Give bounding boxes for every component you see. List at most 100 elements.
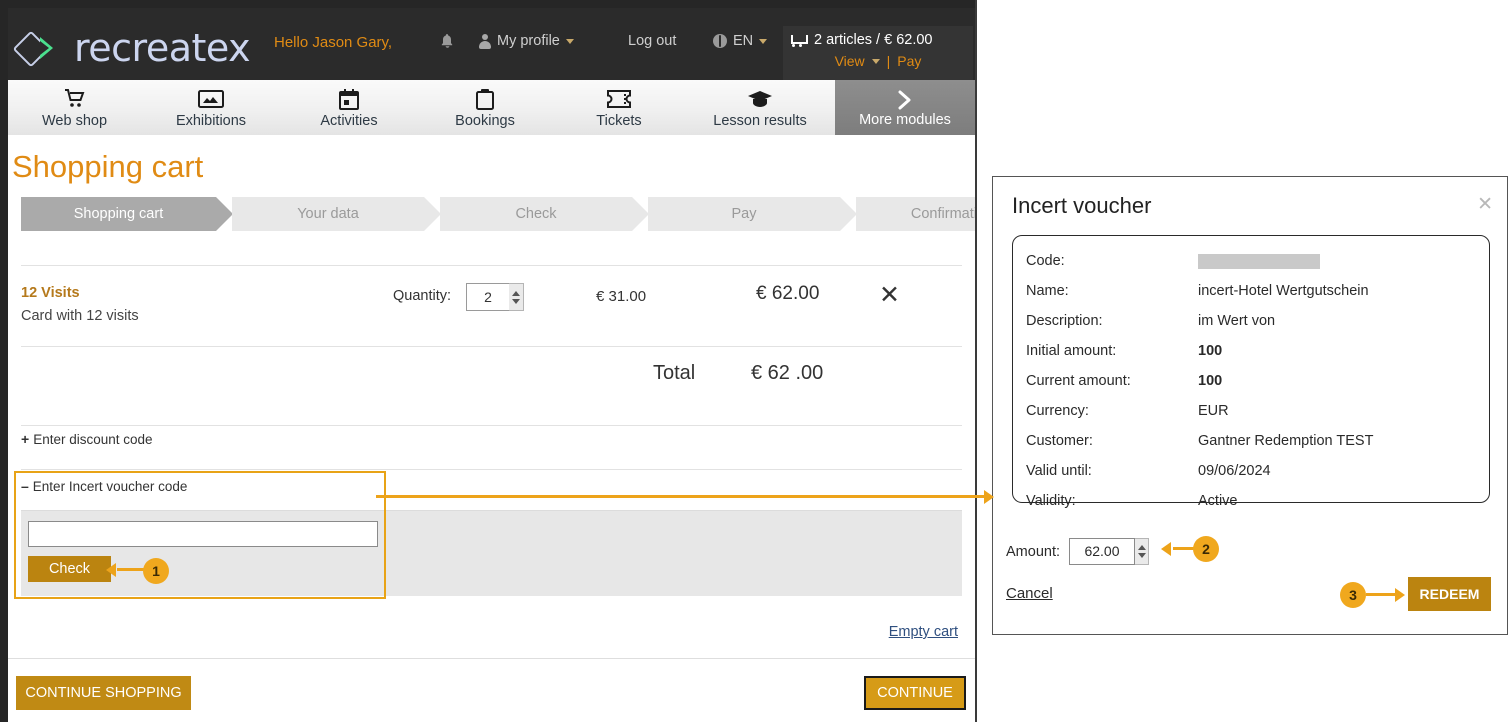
table-row: Validity: Active <box>1013 486 1489 516</box>
greeting-text: Hello Jason Gary, <box>274 34 392 51</box>
table-row: Currency: EUR <box>1013 396 1489 426</box>
redeem-button[interactable]: REDEEM <box>1408 577 1491 611</box>
amount-stepper[interactable] <box>1135 538 1149 565</box>
detail-value: 100 <box>1198 373 1489 389</box>
detail-value: Active <box>1198 493 1489 509</box>
nav-label: Exhibitions <box>176 113 246 129</box>
cancel-link[interactable]: Cancel <box>1006 585 1053 602</box>
quantity-input[interactable]: 2 <box>466 283 510 311</box>
chevron-right-icon <box>897 88 913 112</box>
window-left-edge <box>0 0 8 722</box>
globe-icon <box>713 34 727 48</box>
cart-item-name[interactable]: 12 Visits <box>21 285 80 301</box>
detail-key: Name: <box>1026 283 1198 299</box>
step-your-data[interactable]: Your data <box>232 197 424 231</box>
my-profile-menu[interactable]: My profile <box>478 33 574 49</box>
stepper-up-icon[interactable] <box>1138 545 1146 550</box>
callout-1-arrow <box>106 563 116 577</box>
cart-item-description: Card with 12 visits <box>21 308 139 324</box>
detail-key: Validity: <box>1026 493 1198 509</box>
minus-icon: – <box>21 478 29 494</box>
quantity-label: Quantity: <box>393 288 451 304</box>
cart-item-unit-price: € 31.00 <box>596 288 646 305</box>
nav-item-activities[interactable]: Activities <box>281 80 417 135</box>
nav-item-web-shop[interactable]: Web shop <box>8 80 141 135</box>
cart-item-line-price: € 62.00 <box>756 283 819 305</box>
notification-bell-icon[interactable] <box>440 33 454 49</box>
checkout-steps: Shopping cart Your data Check Pay Confir… <box>21 197 977 231</box>
empty-cart-link[interactable]: Empty cart <box>889 624 958 640</box>
amount-input[interactable]: 62.00 <box>1069 538 1135 565</box>
continue-shopping-button[interactable]: CONTINUE SHOPPING <box>16 676 191 710</box>
nav-label: Lesson results <box>713 113 807 129</box>
detail-key: Valid until: <box>1026 463 1198 479</box>
nav-item-tickets[interactable]: Tickets <box>553 80 685 135</box>
check-voucher-button[interactable]: Check <box>28 556 111 582</box>
language-label: EN <box>733 33 753 49</box>
table-row: Initial amount: 100 <box>1013 336 1489 366</box>
table-row: Customer: Gantner Redemption TEST <box>1013 426 1489 456</box>
divider <box>8 658 975 659</box>
ticket-icon <box>607 87 631 111</box>
chevron-inner-icon <box>40 41 49 55</box>
cart-summary-box[interactable]: 2 articles / € 62.00 View | Pay <box>783 26 973 80</box>
discount-code-toggle[interactable]: + Enter discount code <box>21 431 962 447</box>
detail-value: 09/06/2024 <box>1198 463 1489 479</box>
stepper-down-icon[interactable] <box>512 299 520 304</box>
divider <box>21 265 962 266</box>
nav-label: Tickets <box>596 113 641 129</box>
detail-value: Gantner Redemption TEST <box>1198 433 1489 449</box>
detail-value-redacted <box>1198 253 1489 269</box>
language-selector[interactable]: EN <box>713 33 767 49</box>
detail-key: Currency: <box>1026 403 1198 419</box>
cart-total-row: Total € 62 .00 <box>21 350 962 408</box>
continue-button[interactable]: CONTINUE <box>864 676 966 710</box>
divider <box>21 469 962 470</box>
image-icon <box>198 87 224 111</box>
voucher-code-label: Enter Incert voucher code <box>33 479 188 494</box>
step-label: Your data <box>297 206 359 222</box>
remove-item-icon[interactable]: ✕ <box>879 283 900 308</box>
voucher-code-input[interactable] <box>28 521 378 547</box>
voucher-details-table: Code: Name: incert-Hotel Wertgutschein D… <box>1012 235 1490 503</box>
cart-summary-line: 2 articles / € 62.00 <box>783 26 973 48</box>
nav-label: Activities <box>320 113 377 129</box>
step-shopping-cart[interactable]: Shopping cart <box>21 197 216 231</box>
plus-icon: + <box>21 431 29 447</box>
step-confirmation[interactable]: Confirmation <box>856 197 977 231</box>
webshop-screenshot: recreatex Hello Jason Gary, My profile L… <box>0 0 977 722</box>
nav-item-exhibitions[interactable]: Exhibitions <box>141 80 281 135</box>
cart-view-link[interactable]: View <box>835 53 865 69</box>
step-label: Shopping cart <box>74 206 163 222</box>
dialog-title: Incert voucher <box>1012 193 1151 219</box>
stepper-down-icon[interactable] <box>1138 553 1146 558</box>
close-icon[interactable]: ✕ <box>1477 195 1493 214</box>
cart-item-row: 12 Visits Card with 12 visits Quantity: … <box>21 275 962 345</box>
table-row: Name: incert-Hotel Wertgutschein <box>1013 276 1489 306</box>
nav-item-more-modules[interactable]: More modules <box>835 80 975 135</box>
logout-link[interactable]: Log out <box>628 33 676 49</box>
main-navigation: Web shop Exhibitions Activities Bookings… <box>8 80 975 135</box>
discount-code-section[interactable]: + Enter discount code <box>21 431 962 447</box>
voucher-code-toggle[interactable]: – Enter Incert voucher code <box>21 478 187 494</box>
chevron-down-icon <box>872 59 880 64</box>
callout-2-arrow <box>1161 542 1171 556</box>
step-pay[interactable]: Pay <box>648 197 840 231</box>
nav-item-bookings[interactable]: Bookings <box>417 80 553 135</box>
brand-logo[interactable]: recreatex <box>16 26 250 70</box>
detail-key: Current amount: <box>1026 373 1198 389</box>
step-label: Confirmation <box>911 206 977 222</box>
nav-item-lesson-results[interactable]: Lesson results <box>685 80 835 135</box>
stepper-up-icon[interactable] <box>512 291 520 296</box>
detail-value: incert-Hotel Wertgutschein <box>1198 283 1489 299</box>
cart-pay-link[interactable]: Pay <box>897 53 921 69</box>
nav-label: More modules <box>859 112 951 128</box>
step-check[interactable]: Check <box>440 197 632 231</box>
callout-3-arrow <box>1395 588 1405 602</box>
table-row: Current amount: 100 <box>1013 366 1489 396</box>
quantity-stepper[interactable] <box>509 283 524 311</box>
callout-3-line <box>1366 593 1397 596</box>
step-label: Pay <box>732 206 757 222</box>
graduation-cap-icon <box>747 87 773 111</box>
table-row: Valid until: 09/06/2024 <box>1013 456 1489 486</box>
